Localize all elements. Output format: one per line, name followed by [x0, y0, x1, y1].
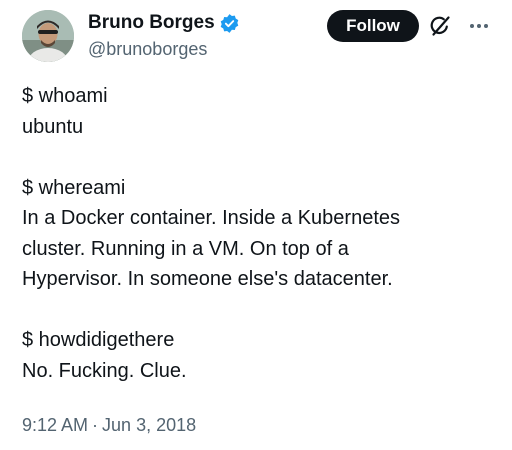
tweet-date: Jun 3, 2018 [102, 415, 197, 435]
avatar[interactable] [22, 10, 74, 62]
more-options-icon[interactable] [468, 15, 490, 37]
author-name-row[interactable]: Bruno Borges [88, 11, 240, 35]
tweet-line: $ whoami [22, 85, 108, 107]
meta-separator: · [92, 415, 99, 435]
tweet-line: In a Docker container. Inside a Kubernet… [22, 207, 401, 229]
grok-icon[interactable] [428, 14, 452, 38]
tweet-line: cluster. Running in a VM. On top of a [22, 237, 349, 260]
author-name[interactable]: Bruno Borges [88, 11, 215, 35]
tweet-timestamp[interactable]: 9:12 AM · Jun 3, 2018 [22, 413, 196, 437]
tweet-line: Hypervisor. In someone else's datacenter… [22, 268, 393, 290]
tweet-line: $ whereami [22, 176, 126, 199]
follow-button[interactable]: Follow [327, 10, 419, 42]
tweet-line: $ howdidigethere [22, 329, 175, 351]
tweet-line: No. Fucking. Clue. [22, 359, 187, 382]
avatar-photo [22, 10, 74, 62]
tweet: Bruno Borges @brunoborges Follow $ whoam… [0, 0, 512, 450]
tweet-time: 9:12 AM [22, 415, 89, 435]
verified-badge-icon [219, 13, 240, 34]
author-handle[interactable]: @brunoborges [88, 37, 207, 61]
tweet-line: ubuntu [22, 115, 84, 138]
tweet-text: $ whoami ubuntu $ whereami In a Docker cont… [22, 81, 502, 386]
